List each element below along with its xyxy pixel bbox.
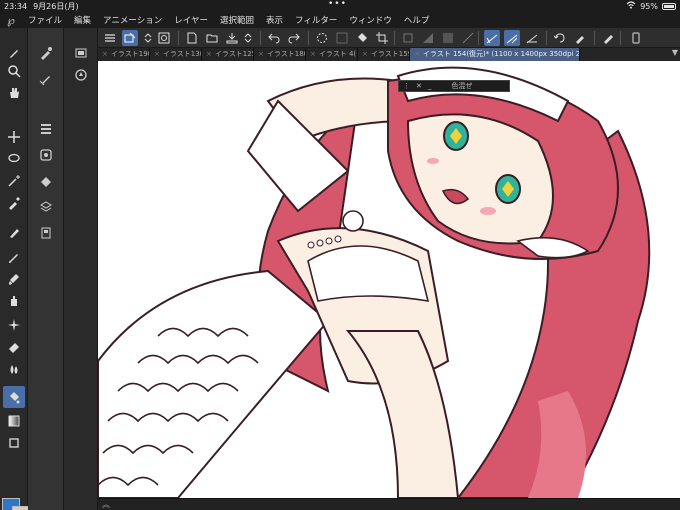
sub-tool-4-icon[interactable] bbox=[35, 144, 57, 166]
fill-selection-icon[interactable] bbox=[354, 30, 370, 46]
battery-icon bbox=[662, 2, 676, 10]
lasso-icon[interactable] bbox=[3, 148, 25, 170]
minimize-icon[interactable]: _ bbox=[428, 82, 432, 90]
close-icon[interactable]: ✕ bbox=[416, 82, 422, 90]
chevron-down-icon[interactable]: ▼ bbox=[672, 48, 678, 57]
menu-help[interactable]: ヘルプ bbox=[398, 14, 436, 26]
layer-panel-icon[interactable] bbox=[70, 42, 92, 64]
gradient-map-icon[interactable] bbox=[420, 30, 436, 46]
sub-tool-2-icon[interactable] bbox=[35, 68, 57, 90]
artwork-illustration bbox=[98, 66, 651, 498]
pen-nib-icon[interactable] bbox=[3, 222, 25, 244]
snap-special-ruler-icon[interactable] bbox=[504, 30, 520, 46]
new-file-icon[interactable] bbox=[184, 30, 200, 46]
battery-percent: 95% bbox=[640, 1, 658, 11]
multitask-dots-icon[interactable]: ••• bbox=[328, 0, 347, 9]
ink-pen-icon[interactable] bbox=[600, 30, 616, 46]
move-icon[interactable] bbox=[3, 126, 25, 148]
tab-document-2[interactable]: ×イラスト13(ダ bbox=[150, 48, 202, 61]
sub-tool-7-icon[interactable] bbox=[35, 222, 57, 244]
tab-document-1[interactable]: ×イラスト190( bbox=[98, 48, 150, 61]
tab-document-4[interactable]: ×イラスト180( bbox=[254, 48, 306, 61]
menu-layer[interactable]: レイヤー bbox=[168, 14, 214, 26]
brush-icon[interactable] bbox=[3, 268, 25, 290]
magic-wand-icon[interactable] bbox=[3, 170, 25, 192]
select-layer-icon[interactable] bbox=[122, 30, 138, 46]
status-bar: 23:34 9月26日(月) ••• 95% bbox=[0, 0, 680, 12]
clear-outside-icon[interactable] bbox=[334, 30, 350, 46]
sub-tool-5-icon[interactable] bbox=[35, 170, 57, 192]
sub-tool-3-icon[interactable] bbox=[35, 118, 57, 140]
smartphone-icon[interactable] bbox=[628, 30, 644, 46]
close-icon[interactable]: × bbox=[206, 50, 212, 58]
pencil-icon[interactable] bbox=[3, 246, 25, 268]
chevron-updown-icon-2[interactable] bbox=[240, 30, 256, 46]
sub-tool-6-icon[interactable] bbox=[35, 196, 57, 218]
blend-icon[interactable] bbox=[3, 358, 25, 380]
close-icon[interactable]: × bbox=[310, 50, 316, 58]
close-icon[interactable]: × bbox=[154, 50, 160, 58]
app-logo-icon[interactable]: ℘ bbox=[0, 14, 22, 27]
panel-grip-icon[interactable]: ⋮ bbox=[403, 82, 410, 90]
zoom-icon[interactable] bbox=[3, 60, 25, 82]
save-icon[interactable] bbox=[224, 30, 240, 46]
tab-document-3[interactable]: ×イラスト125( bbox=[202, 48, 254, 61]
figure-icon[interactable] bbox=[3, 432, 25, 454]
command-bar bbox=[98, 28, 680, 48]
menu-bar: ℘ ファイル 編集 アニメーション レイヤー 選択範囲 表示 フィルター ウィン… bbox=[0, 12, 680, 28]
eyedropper-icon[interactable] bbox=[3, 192, 25, 214]
wifi-icon bbox=[626, 1, 636, 11]
tone-icon[interactable] bbox=[440, 30, 456, 46]
menu-animation[interactable]: アニメーション bbox=[97, 14, 168, 26]
reference-layer-icon[interactable] bbox=[156, 30, 172, 46]
document-tabs: ×イラスト190( ×イラスト13(ダ ×イラスト125( ×イラスト180( … bbox=[98, 48, 680, 61]
decoration-icon[interactable] bbox=[3, 314, 25, 336]
sub-tool-1-icon[interactable] bbox=[35, 42, 57, 64]
menu-filter[interactable]: フィルター bbox=[289, 14, 343, 26]
transform-icon[interactable] bbox=[400, 30, 416, 46]
tool-rail bbox=[0, 28, 30, 510]
menu-file[interactable]: ファイル bbox=[22, 14, 68, 26]
drawing-canvas[interactable] bbox=[98, 61, 680, 498]
panel-rail bbox=[64, 28, 98, 510]
menu-edit[interactable]: 編集 bbox=[68, 14, 97, 26]
hand-icon[interactable] bbox=[3, 82, 25, 104]
border-icon[interactable] bbox=[460, 30, 476, 46]
chevron-up-icon[interactable]: ︽ bbox=[102, 499, 110, 510]
close-icon[interactable]: × bbox=[258, 50, 264, 58]
undo-icon[interactable] bbox=[266, 30, 282, 46]
navigator-icon[interactable] bbox=[70, 64, 92, 86]
tab-document-active[interactable]: ×イラスト 154(復元)* (1100 x 1400px 350dpi 276… bbox=[410, 48, 580, 61]
close-icon[interactable]: × bbox=[362, 50, 368, 58]
menu-window[interactable]: ウィンドウ bbox=[343, 14, 398, 26]
chevron-updown-icon[interactable] bbox=[140, 30, 156, 46]
clear-icon[interactable] bbox=[314, 30, 330, 46]
tab-document-5[interactable]: ×イラスト 4(ダ bbox=[306, 48, 358, 61]
tab-document-6[interactable]: ×イラスト159( bbox=[358, 48, 410, 61]
hamburger-menu-icon[interactable] bbox=[102, 30, 118, 46]
eraser-icon[interactable] bbox=[3, 336, 25, 358]
airbrush-icon[interactable] bbox=[3, 290, 25, 312]
menu-selection[interactable]: 選択範囲 bbox=[214, 14, 260, 26]
fill-icon[interactable] bbox=[3, 386, 25, 408]
panel-title: 色混ぜ bbox=[451, 82, 473, 90]
color-mix-floating-panel[interactable]: ⋮ ✕ _ 色混ぜ bbox=[398, 80, 510, 92]
open-folder-icon[interactable] bbox=[204, 30, 220, 46]
redo-icon[interactable] bbox=[286, 30, 302, 46]
status-date: 9月26日(月) bbox=[33, 1, 79, 11]
snap-ruler-icon[interactable] bbox=[484, 30, 500, 46]
gradient-icon[interactable] bbox=[3, 410, 25, 432]
bottom-bar: ︽ bbox=[98, 498, 680, 510]
close-icon[interactable]: × bbox=[414, 50, 420, 58]
pen-settings-icon[interactable] bbox=[572, 30, 588, 46]
status-time: 23:34 bbox=[4, 1, 28, 11]
snap-grid-icon[interactable] bbox=[524, 30, 540, 46]
close-icon[interactable]: × bbox=[102, 50, 108, 58]
sub-tool-rail bbox=[28, 28, 64, 510]
rotate-canvas-icon[interactable] bbox=[552, 30, 568, 46]
crop-icon[interactable] bbox=[374, 30, 390, 46]
menu-view[interactable]: 表示 bbox=[260, 14, 289, 26]
